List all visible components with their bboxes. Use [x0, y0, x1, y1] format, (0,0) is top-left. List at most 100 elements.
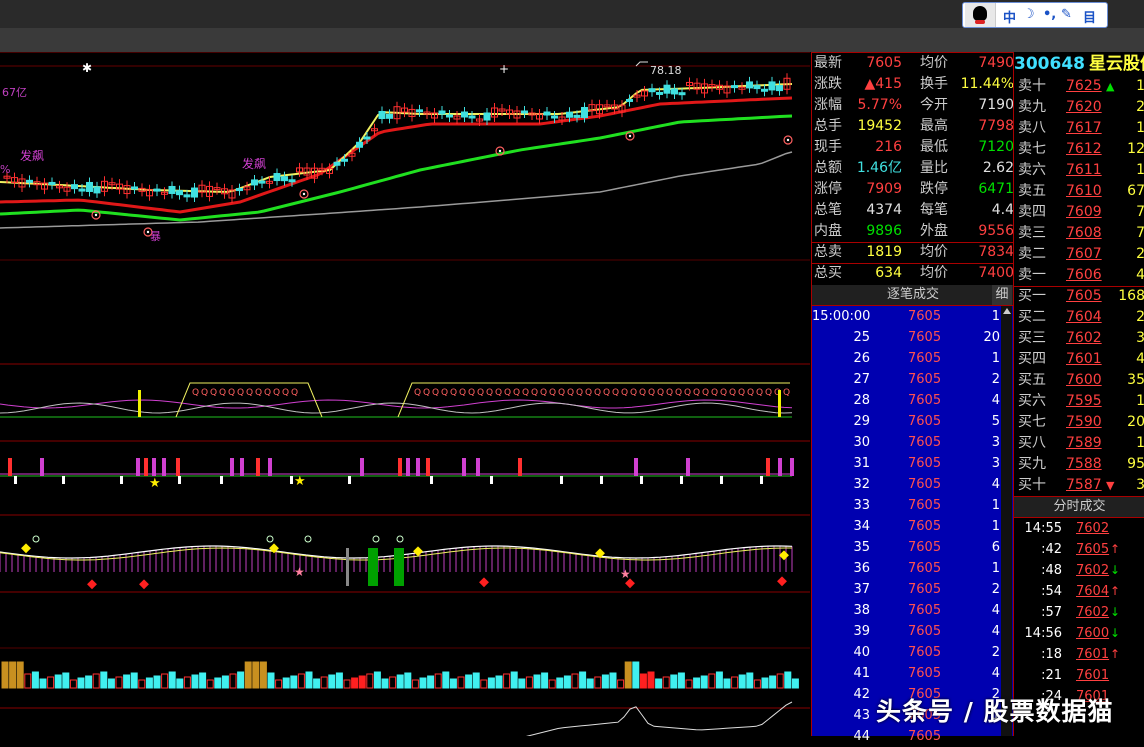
level-price[interactable]: 7620 — [1066, 97, 1102, 118]
bid-row[interactable]: 买三 7602 3 — [1014, 328, 1144, 349]
level-price[interactable]: 7601 — [1066, 349, 1102, 370]
quote-row: 现手 216 最低 7120 — [812, 137, 1014, 158]
minute-trade-row[interactable]: :57 7602 ↓ — [1014, 602, 1144, 623]
signal-tick — [680, 476, 683, 484]
ime-toolbar[interactable]: 中 ☽ •, ✎ 目 — [962, 2, 1108, 28]
ime-punct-icon[interactable]: •, — [1043, 7, 1056, 22]
level-price[interactable]: 7587 — [1066, 475, 1102, 496]
level-price[interactable]: 7612 — [1066, 139, 1102, 160]
level-price[interactable]: 7588 — [1066, 454, 1102, 475]
tick-price: 7605 — [908, 477, 942, 492]
volume-bar — [791, 678, 799, 689]
bid-row[interactable]: 买四 7601 4 — [1014, 349, 1144, 370]
level-price[interactable]: 7610 — [1066, 181, 1102, 202]
ask-row[interactable]: 卖一 7606 4 — [1014, 265, 1144, 286]
tick-row[interactable]: 27 7605 2 — [812, 369, 1014, 390]
diamond-marker-red — [87, 579, 97, 590]
tick-row[interactable]: 34 7605 1 — [812, 516, 1014, 537]
quote-label: 最新 — [814, 55, 842, 71]
ask-row[interactable]: 卖七 7612 12 — [1014, 139, 1144, 160]
minute-trade-row[interactable]: :48 7602 ↓ — [1014, 560, 1144, 581]
ask-row[interactable]: 卖四 7609 7 — [1014, 202, 1144, 223]
level-price[interactable]: 7625 — [1066, 76, 1102, 97]
level-price[interactable]: 7609 — [1066, 202, 1102, 223]
ask-row[interactable]: 卖五 7610 67 — [1014, 181, 1144, 202]
tick-row[interactable]: 30 7605 3 — [812, 432, 1014, 453]
tick-row[interactable]: 39 7605 4 — [812, 621, 1014, 642]
detail-button[interactable]: 细 — [992, 285, 1012, 305]
ask-row[interactable]: 卖二 7607 2 — [1014, 244, 1144, 265]
bid-row[interactable]: 买七 7590 20 — [1014, 412, 1144, 433]
minute-trade-row[interactable]: 14:55 7602 — [1014, 518, 1144, 539]
volume-bar — [753, 679, 761, 689]
minute-trade-row[interactable]: :42 7605 ↑ — [1014, 539, 1144, 560]
minute-trade-row[interactable]: :54 7604 ↑ — [1014, 581, 1144, 602]
tick-row[interactable]: 35 7605 6 — [812, 537, 1014, 558]
ime-lang-button[interactable]: 中 — [1003, 7, 1016, 26]
tick-row[interactable]: 41 7605 4 — [812, 663, 1014, 684]
candle-body — [543, 111, 551, 116]
signal-tick — [178, 476, 181, 484]
wrench-icon[interactable]: ✎ — [1061, 7, 1072, 22]
level-volume: 2 — [1136, 99, 1144, 115]
bid-row[interactable]: 买六 7595 1 — [1014, 391, 1144, 412]
tick-row[interactable]: 15:00:00 7605 1 — [812, 306, 1014, 327]
bid-row[interactable]: 买八 7589 1 — [1014, 433, 1144, 454]
bid-row[interactable]: 买十 7587 ▼ 3 — [1014, 475, 1144, 496]
tick-row[interactable]: 36 7605 1 — [812, 558, 1014, 579]
level-price[interactable]: 7611 — [1066, 160, 1102, 181]
ime-menu-icon[interactable]: 目 — [1083, 7, 1096, 26]
tick-price: 7605 — [908, 666, 942, 681]
level-price[interactable]: 7608 — [1066, 223, 1102, 244]
quote-value: 7120 — [978, 139, 1014, 155]
ask-row[interactable]: 卖三 7608 7 — [1014, 223, 1144, 244]
tick-row[interactable]: 25 7605 20 — [812, 327, 1014, 348]
minute-trade-row[interactable]: 14:56 7600 ↓ — [1014, 623, 1144, 644]
kline-chart[interactable]: ✱ + QQQQQQQQQQQQQQQQQQQQQQQQQQQQQQQQQQQQQ… — [0, 52, 810, 736]
tick-row[interactable]: 31 7605 3 — [812, 453, 1014, 474]
tick-volume: 1 — [991, 519, 1000, 534]
ask-row[interactable]: 卖六 7611 1 — [1014, 160, 1144, 181]
qq-penguin-icon[interactable] — [965, 3, 996, 27]
bid-row[interactable]: 买九 7588 95 — [1014, 454, 1144, 475]
tick-row[interactable]: 33 7605 1 — [812, 495, 1014, 516]
level-price[interactable]: 7604 — [1066, 307, 1102, 328]
volume-bar — [639, 673, 647, 689]
tick-row[interactable]: 38 7605 4 — [812, 600, 1014, 621]
level-label: 买十 — [1018, 477, 1046, 493]
ask-row[interactable]: 卖九 7620 2 — [1014, 97, 1144, 118]
level-price[interactable]: 7600 — [1066, 370, 1102, 391]
tick-list[interactable]: 逐笔成交 细 15:00:00 7605 1 25 7605 20 26 7605 … — [811, 285, 1014, 744]
tick-row[interactable]: 40 7605 2 — [812, 642, 1014, 663]
kline-chart-area[interactable]: ✱ + QQQQQQQQQQQQQQQQQQQQQQQQQQQQQQQQQQQQQ… — [0, 52, 810, 736]
tick-row[interactable]: 29 7605 5 — [812, 411, 1014, 432]
volume-bar — [784, 671, 792, 689]
candle-body — [281, 176, 288, 182]
bid-row[interactable]: 买一 7605 168 — [1014, 286, 1144, 307]
circle-marker — [304, 535, 312, 543]
tick-time: 35 — [853, 540, 870, 555]
tick-scrollbar[interactable] — [1001, 306, 1012, 736]
level-price[interactable]: 7606 — [1066, 265, 1102, 286]
tick-row[interactable]: 44 7605 — [812, 726, 1014, 747]
ask-row[interactable]: 卖八 7617 1 — [1014, 118, 1144, 139]
level-price[interactable]: 7589 — [1066, 433, 1102, 454]
tick-row[interactable]: 32 7605 4 — [812, 474, 1014, 495]
level-price[interactable]: 7595 — [1066, 391, 1102, 412]
tick-row[interactable]: 26 7605 1 — [812, 348, 1014, 369]
level-price[interactable]: 7617 — [1066, 118, 1102, 139]
level-price[interactable]: 7607 — [1066, 244, 1102, 265]
tick-row[interactable]: 37 7605 2 — [812, 579, 1014, 600]
ask-row[interactable]: 卖十 7625 ▲ 1 — [1014, 76, 1144, 97]
level-label: 卖三 — [1018, 225, 1046, 241]
level-price[interactable]: 7590 — [1066, 412, 1102, 433]
ime-moon-icon[interactable]: ☽ — [1023, 7, 1035, 22]
minute-trade-row[interactable]: :18 7601 ↑ — [1014, 644, 1144, 665]
level-price[interactable]: 7602 — [1066, 328, 1102, 349]
minute-trade-row[interactable]: :21 7601 — [1014, 665, 1144, 686]
bid-row[interactable]: 买五 7600 35 — [1014, 370, 1144, 391]
tick-row[interactable]: 28 7605 4 — [812, 390, 1014, 411]
volume-bar — [503, 673, 511, 689]
level-price[interactable]: 7605 — [1066, 286, 1102, 307]
bid-row[interactable]: 买二 7604 2 — [1014, 307, 1144, 328]
